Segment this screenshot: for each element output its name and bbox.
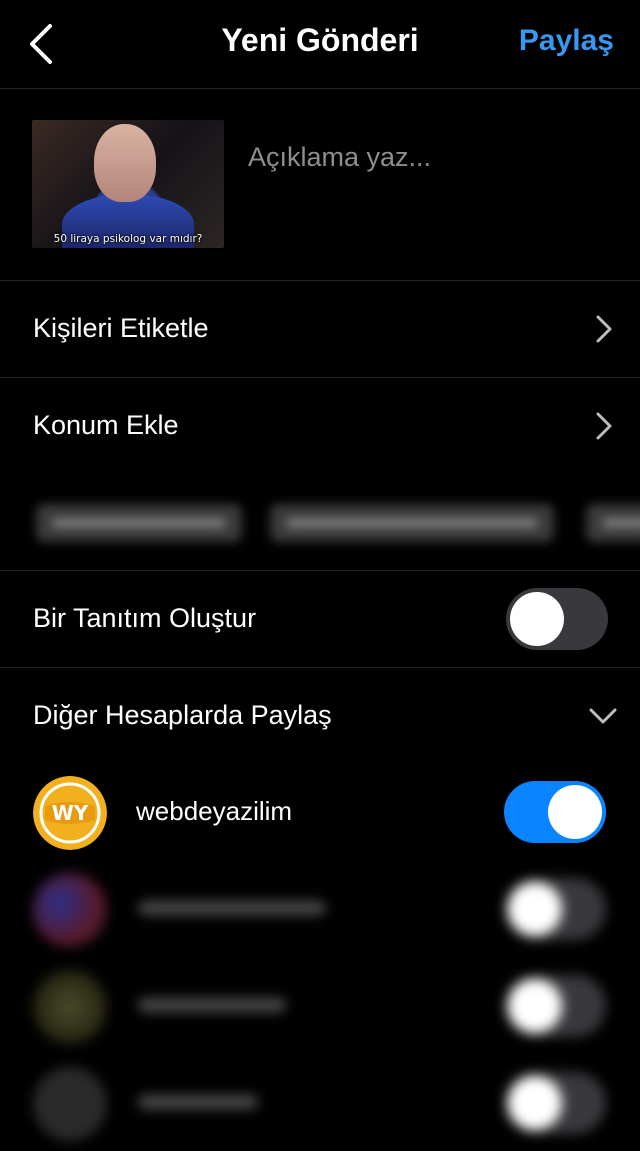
- account-avatar: [33, 873, 107, 947]
- compose-area: 50 liraya psikolog var mıdır?: [0, 89, 640, 281]
- nav-header: Yeni Gönderi Paylaş: [0, 0, 640, 89]
- toggle-knob: [510, 592, 564, 646]
- chevron-right-icon: [596, 412, 612, 440]
- toggle-knob: [508, 1076, 562, 1130]
- account-avatar: [33, 1067, 107, 1141]
- add-location-label: Konum Ekle: [33, 410, 179, 440]
- post-thumbnail[interactable]: 50 liraya psikolog var mıdır?: [32, 120, 224, 248]
- add-location-row[interactable]: Konum Ekle: [0, 378, 640, 474]
- account-row-blurred: [0, 958, 640, 1054]
- share-button[interactable]: Paylaş: [519, 24, 614, 58]
- thumbnail-figure-face: [94, 124, 156, 202]
- toggle-knob: [508, 882, 562, 936]
- location-chip[interactable]: [270, 504, 554, 542]
- create-promotion-toggle[interactable]: [506, 588, 608, 650]
- tag-people-label: Kişileri Etiketle: [33, 313, 209, 343]
- tag-people-row[interactable]: Kişileri Etiketle: [0, 281, 640, 378]
- toggle-knob: [508, 979, 562, 1033]
- account-row: WY webdeyazilim: [0, 764, 640, 860]
- location-suggestions: [0, 476, 640, 571]
- account-row-blurred: [0, 1055, 640, 1151]
- account-avatar: WY: [33, 776, 107, 850]
- share-other-accounts-label: Diğer Hesaplarda Paylaş: [33, 700, 332, 730]
- account-name-blurred: [138, 901, 326, 915]
- toggle-knob: [548, 785, 602, 839]
- account-avatar: [33, 970, 107, 1044]
- account-name-blurred: [138, 1095, 258, 1109]
- chevron-right-icon: [596, 315, 612, 343]
- account-share-toggle[interactable]: [504, 975, 606, 1037]
- location-chip[interactable]: [36, 504, 242, 542]
- avatar-initials: WY: [52, 801, 89, 825]
- account-share-toggle[interactable]: [504, 1072, 606, 1134]
- create-promotion-label: Bir Tanıtım Oluştur: [33, 603, 257, 633]
- caption-input[interactable]: [248, 137, 618, 177]
- account-share-toggle[interactable]: [504, 878, 606, 940]
- chevron-down-icon: [589, 708, 617, 724]
- share-other-accounts-header[interactable]: Diğer Hesaplarda Paylaş: [0, 668, 640, 766]
- account-share-toggle[interactable]: [504, 781, 606, 843]
- account-name: webdeyazilim: [136, 796, 293, 826]
- create-promotion-row: Bir Tanıtım Oluştur: [0, 571, 640, 668]
- thumbnail-subtitle: 50 liraya psikolog var mıdır?: [53, 233, 203, 245]
- account-row-blurred: [0, 861, 640, 957]
- account-name-blurred: [138, 998, 286, 1012]
- location-chip[interactable]: [586, 504, 640, 542]
